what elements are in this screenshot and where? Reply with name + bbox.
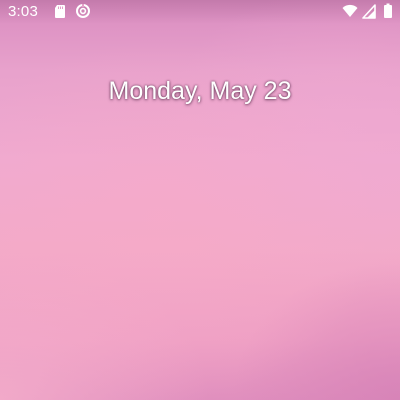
- status-bar: 3:03: [0, 0, 400, 24]
- data-saver-icon: [76, 4, 90, 18]
- battery-icon: [384, 3, 392, 18]
- sd-card-icon: [55, 5, 65, 18]
- lockscreen-date: Monday, May 23: [108, 77, 292, 105]
- wifi-icon: [342, 4, 358, 17]
- lock-screen: 3:03 Monday, May 23: [0, 0, 400, 400]
- cellular-signal-icon: [362, 4, 376, 19]
- status-time: 3:03: [8, 3, 38, 20]
